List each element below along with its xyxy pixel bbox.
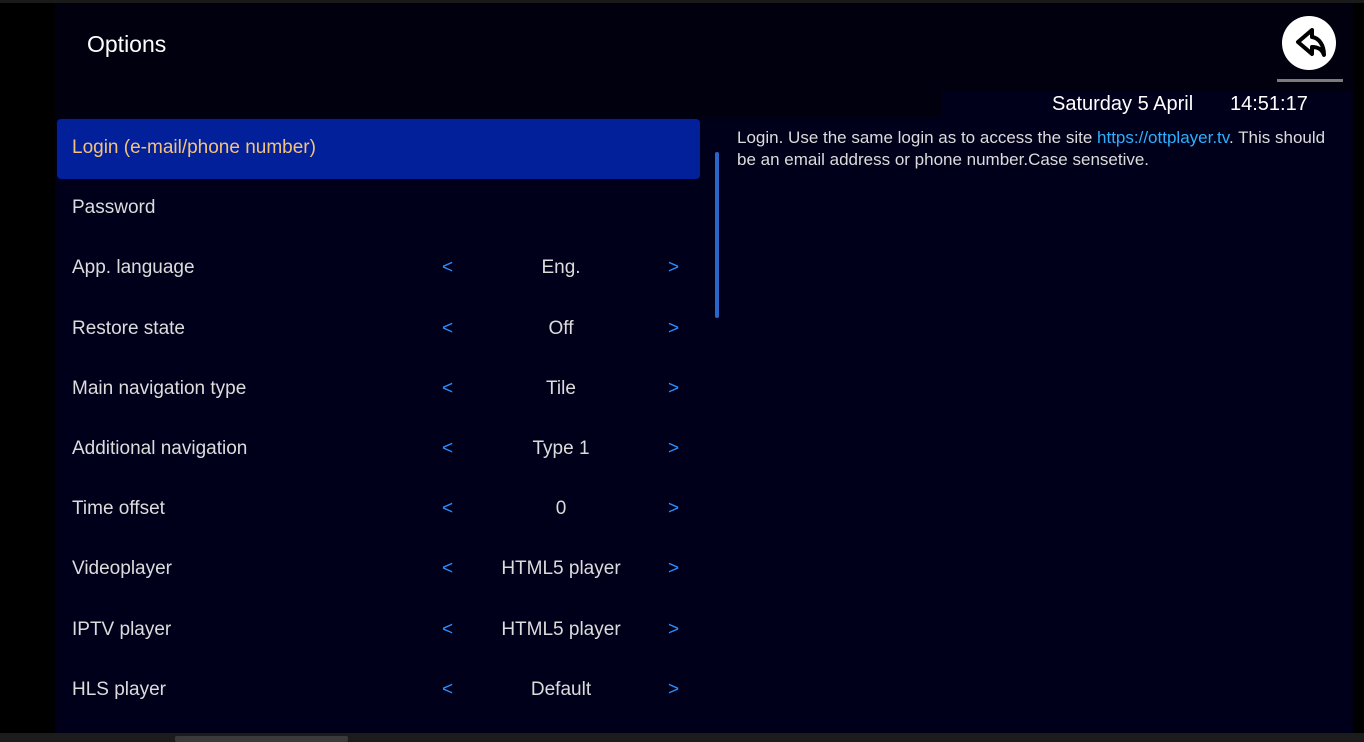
next-value-arrow[interactable]: > [668, 498, 679, 520]
setting-row[interactable]: Videoplayer < HTML5 player > [57, 540, 700, 600]
setting-label: Password [72, 197, 156, 219]
setting-row[interactable]: Password [57, 179, 700, 239]
setting-row[interactable]: Time offset <0 > [57, 480, 700, 540]
next-value-arrow[interactable]: > [668, 679, 679, 701]
options-screen: Options Saturday 5 April 14:51:17 Login … [55, 3, 1353, 733]
prev-value-arrow[interactable]: < [442, 498, 453, 520]
setting-value: Default [530, 678, 592, 700]
setting-label: App. language [72, 257, 195, 279]
prev-value-arrow[interactable]: < [442, 438, 453, 460]
setting-label: Restore state [72, 317, 185, 339]
setting-row[interactable]: App. language < Eng. > [57, 239, 700, 299]
next-value-arrow[interactable]: > [668, 438, 679, 460]
prev-value-arrow[interactable]: < [442, 679, 453, 701]
right-margin [1353, 3, 1364, 742]
setting-label: Time offset [72, 498, 165, 520]
focus-underline [1277, 79, 1343, 82]
setting-row[interactable]: Restore state < Off > [57, 300, 700, 360]
setting-row[interactable]: Main navigation type < Tile > [57, 360, 700, 420]
back-button[interactable] [1282, 16, 1336, 70]
bottom-scroll-handle[interactable] [175, 736, 348, 742]
setting-label: Main navigation type [72, 377, 247, 399]
prev-value-arrow[interactable]: < [442, 619, 453, 641]
setting-label: IPTV player [72, 618, 172, 640]
settings-scrollbar[interactable] [715, 152, 719, 318]
setting-value: HTML5 player [501, 618, 621, 640]
setting-value: HTML5 player [501, 558, 621, 580]
prev-value-arrow[interactable]: < [442, 378, 453, 400]
date-label: Saturday 5 April [1052, 93, 1194, 115]
next-value-arrow[interactable]: > [668, 318, 679, 340]
left-margin [0, 3, 55, 742]
setting-value: Eng. [541, 257, 581, 279]
clock-label: 14:51:17 [1230, 93, 1308, 115]
site-link[interactable]: https://ottplayer.tv [1097, 128, 1229, 147]
setting-label: Videoplayer [72, 558, 173, 580]
setting-label: Login (e-mail/phone number) [72, 137, 316, 158]
settings-list: Login (e-mail/phone number) Password App. … [57, 119, 700, 721]
setting-value: 0 [555, 498, 567, 520]
next-value-arrow[interactable]: > [668, 257, 679, 279]
setting-row[interactable]: IPTV player < HTML5 player > [57, 601, 700, 661]
setting-label: Additional navigation [72, 437, 248, 459]
next-value-arrow[interactable]: > [668, 378, 679, 400]
prev-value-arrow[interactable]: < [442, 257, 453, 279]
back-arrow-icon [1296, 28, 1326, 57]
bottom-scrollbar [0, 733, 1364, 742]
setting-value: Type 1 [532, 437, 590, 459]
prev-value-arrow[interactable]: < [442, 558, 453, 580]
setting-row[interactable]: Additional navigation < Type 1 > [57, 420, 700, 480]
setting-label: HLS player [72, 678, 166, 700]
setting-value: Tile [546, 377, 576, 399]
setting-value: Off [548, 317, 574, 339]
page-title: Options [87, 31, 167, 57]
setting-row[interactable]: Login (e-mail/phone number) [57, 119, 700, 180]
description-text: Login. Use the same login as to access t… [737, 128, 1098, 147]
next-value-arrow[interactable]: > [668, 558, 679, 580]
prev-value-arrow[interactable]: < [442, 318, 453, 340]
next-value-arrow[interactable]: > [668, 619, 679, 641]
datetime-bar: Saturday 5 April 14:51:17 [941, 91, 1353, 119]
setting-row[interactable]: HLS player < Default > [57, 661, 700, 721]
setting-description: Login. Use the same login as to access t… [737, 127, 1345, 171]
